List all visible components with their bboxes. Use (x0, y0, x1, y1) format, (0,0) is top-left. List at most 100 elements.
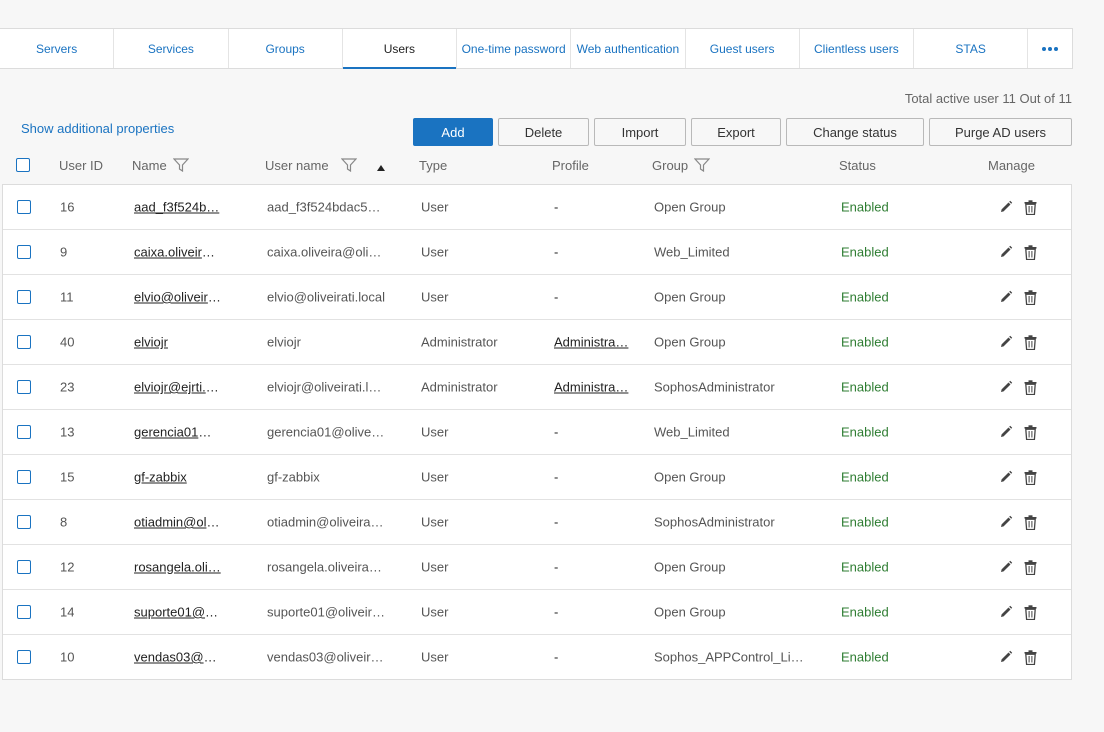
edit-pencil-icon[interactable] (999, 334, 1013, 350)
user-name-link[interactable]: gerencia01@… (134, 425, 222, 440)
row-checkbox[interactable] (17, 380, 31, 394)
delete-trash-icon[interactable] (1023, 469, 1037, 485)
profile: - (554, 649, 559, 665)
show-additional-properties-link[interactable]: Show additional properties (21, 121, 174, 136)
user-type: User (421, 424, 449, 440)
tab-users[interactable]: Users (342, 29, 457, 69)
table-row[interactable]: 40 elviojr elviojr Administrator Administra…… (3, 320, 1071, 365)
delete-trash-icon[interactable] (1023, 559, 1037, 575)
edit-pencil-icon[interactable] (999, 244, 1013, 260)
edit-pencil-icon[interactable] (999, 289, 1013, 305)
row-checkbox[interactable] (17, 605, 31, 619)
row-checkbox[interactable] (17, 425, 31, 439)
export-button[interactable]: Export (691, 118, 781, 146)
table-row[interactable]: 8 otiadmin@oli… otiadmin@oliveirat… User - So… (3, 500, 1071, 545)
col-name[interactable]: Name (132, 158, 190, 175)
table-row[interactable]: 10 vendas03@ol… vendas03@oliveir… User - Soph… (3, 635, 1071, 679)
delete-button[interactable]: Delete (498, 118, 589, 146)
user-group: Open Group (654, 334, 726, 350)
status-text: Enabled (841, 604, 889, 620)
purge-ad-users-button[interactable]: Purge AD users (929, 118, 1072, 146)
user-name-link[interactable]: caixa.oliveira… (134, 245, 222, 260)
row-checkbox[interactable] (17, 515, 31, 529)
tab-guest-users[interactable]: Guest users (686, 29, 800, 68)
user-name-link[interactable]: vendas03@ol… (134, 650, 222, 665)
tab-web-authentication[interactable]: Web authentication (571, 29, 686, 68)
delete-trash-icon[interactable] (1023, 514, 1037, 530)
table-row[interactable]: 9 caixa.oliveira… caixa.oliveira@oliv… User… (3, 230, 1071, 275)
tab-clientless-users[interactable]: Clientless users (800, 29, 914, 68)
delete-trash-icon[interactable] (1023, 244, 1037, 260)
tab-servers[interactable]: Servers (0, 29, 115, 68)
edit-pencil-icon[interactable] (999, 424, 1013, 440)
edit-pencil-icon[interactable] (999, 199, 1013, 215)
delete-trash-icon[interactable] (1023, 649, 1037, 665)
row-checkbox[interactable] (17, 560, 31, 574)
row-checkbox[interactable] (17, 470, 31, 484)
user-group: Open Group (654, 199, 726, 215)
profile-link[interactable]: Administra… (554, 380, 630, 395)
edit-pencil-icon[interactable] (999, 649, 1013, 665)
delete-trash-icon[interactable] (1023, 289, 1037, 305)
edit-pencil-icon[interactable] (999, 514, 1013, 530)
profile: - (554, 604, 559, 620)
username: elvio@oliveirati.local (267, 289, 385, 305)
row-checkbox[interactable] (17, 200, 31, 214)
user-name-link[interactable]: otiadmin@oli… (134, 515, 222, 530)
user-name-link[interactable]: suporte01@o… (134, 605, 222, 620)
delete-trash-icon[interactable] (1023, 424, 1037, 440)
edit-pencil-icon[interactable] (999, 379, 1013, 395)
delete-trash-icon[interactable] (1023, 334, 1037, 350)
tab-services[interactable]: Services (114, 29, 229, 68)
select-all-checkbox[interactable] (16, 158, 30, 172)
sort-ascending-icon[interactable] (376, 159, 385, 174)
manage-actions (999, 649, 1037, 665)
edit-pencil-icon[interactable] (999, 559, 1013, 575)
row-checkbox[interactable] (17, 290, 31, 304)
tab-groups[interactable]: Groups (229, 29, 343, 68)
delete-trash-icon[interactable] (1023, 199, 1037, 215)
username: vendas03@oliveir… (267, 649, 384, 665)
row-checkbox[interactable] (17, 650, 31, 664)
edit-pencil-icon[interactable] (999, 604, 1013, 620)
change-status-button[interactable]: Change status (786, 118, 924, 146)
manage-actions (999, 559, 1037, 575)
col-user-name[interactable]: User name (265, 158, 385, 175)
user-id: 11 (60, 289, 74, 305)
col-user-id[interactable]: User ID (59, 158, 103, 173)
table-row[interactable]: 15 gf-zabbix gf-zabbix User - Open Group Enabl… (3, 455, 1071, 500)
import-button[interactable]: Import (594, 118, 686, 146)
user-name-link[interactable]: elviojr@ejrti.c… (134, 380, 222, 395)
status-text: Enabled (841, 199, 889, 215)
user-name-link[interactable]: aad_f3f524b… (134, 200, 222, 215)
user-name-link[interactable]: gf-zabbix (134, 470, 222, 485)
more-tabs-button[interactable] (1028, 29, 1072, 68)
user-name-link[interactable]: rosangela.oli… (134, 560, 222, 575)
delete-trash-icon[interactable] (1023, 379, 1037, 395)
delete-trash-icon[interactable] (1023, 604, 1037, 620)
user-group: Sophos_APPControl_Li… (654, 649, 804, 665)
table-row[interactable]: 16 aad_f3f524b… aad_f3f524bdac5… User - Open … (3, 185, 1071, 230)
row-checkbox[interactable] (17, 245, 31, 259)
filter-icon[interactable] (693, 158, 711, 175)
username: rosangela.oliveira… (267, 559, 382, 575)
user-id: 10 (60, 649, 75, 665)
user-id: 9 (60, 244, 68, 260)
table-row[interactable]: 13 gerencia01@… gerencia01@olivei… User - Web… (3, 410, 1071, 455)
add-button[interactable]: Add (413, 118, 493, 146)
manage-actions (999, 379, 1037, 395)
tab-stas[interactable]: STAS (914, 29, 1029, 68)
row-checkbox[interactable] (17, 335, 31, 349)
table-row[interactable]: 14 suporte01@o… suporte01@oliveir… User - Ope… (3, 590, 1071, 635)
profile-link[interactable]: Administra… (554, 335, 630, 350)
col-group[interactable]: Group (652, 158, 711, 175)
edit-pencil-icon[interactable] (999, 469, 1013, 485)
table-row[interactable]: 11 elvio@oliveira… elvio@oliveirati.local U… (3, 275, 1071, 320)
filter-icon[interactable] (172, 158, 190, 175)
table-row[interactable]: 23 elviojr@ejrti.c… elviojr@oliveirati.lo…… (3, 365, 1071, 410)
user-name-link[interactable]: elviojr (134, 335, 222, 350)
user-name-link[interactable]: elvio@oliveira… (134, 290, 222, 305)
filter-icon[interactable] (340, 158, 357, 175)
table-row[interactable]: 12 rosangela.oli… rosangela.oliveira… User -… (3, 545, 1071, 590)
tab-one-time-password[interactable]: One-time password (457, 29, 572, 68)
